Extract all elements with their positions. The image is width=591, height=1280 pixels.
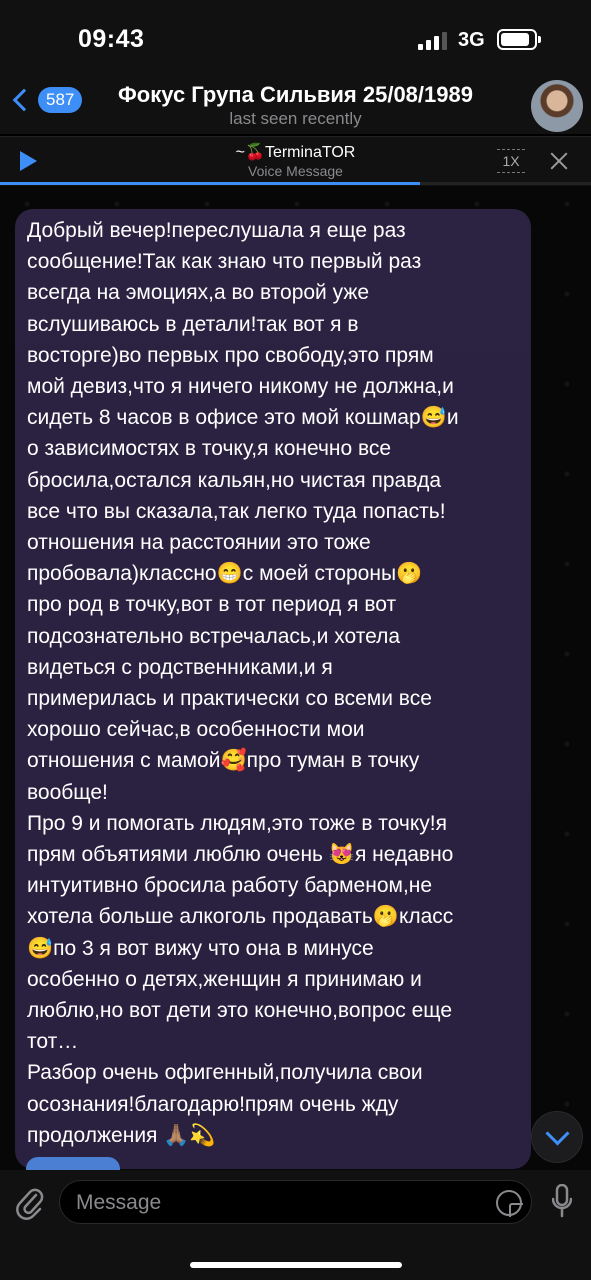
input-bar bbox=[0, 1170, 591, 1280]
signal-icon bbox=[418, 32, 448, 50]
scroll-down-button[interactable] bbox=[531, 1111, 583, 1163]
battery-icon bbox=[497, 29, 541, 50]
avatar[interactable] bbox=[531, 80, 583, 132]
message-input[interactable] bbox=[76, 1189, 476, 1217]
playback-progress-fill bbox=[0, 182, 420, 185]
paperclip-icon[interactable] bbox=[14, 1186, 44, 1220]
message-bubble[interactable]: Добрый вечер!переслушала я еще раз сообщ… bbox=[15, 209, 531, 1169]
home-indicator bbox=[190, 1262, 402, 1268]
chat-title[interactable]: Фокус Група Сильвия 25/08/1989 bbox=[0, 82, 591, 108]
microphone-icon[interactable] bbox=[552, 1184, 572, 1218]
close-icon[interactable] bbox=[548, 150, 570, 172]
voice-player-bar: ~🍒TerminaTOR Voice Message 1X bbox=[0, 136, 591, 186]
network-type: 3G bbox=[458, 29, 485, 51]
playback-progress[interactable] bbox=[0, 182, 591, 185]
sticker-icon[interactable] bbox=[496, 1190, 523, 1217]
status-time: 09:43 bbox=[78, 25, 145, 53]
last-seen-status: last seen recently bbox=[229, 109, 362, 128]
playback-speed-button[interactable]: 1X bbox=[497, 149, 525, 173]
status-bar: 09:43 3G bbox=[0, 0, 591, 78]
chat-header: 587 Фокус Група Сильвия 25/08/1989 last … bbox=[0, 78, 591, 134]
chevron-down-icon bbox=[545, 1121, 570, 1146]
message-text: Добрый вечер!переслушала я еще раз сообщ… bbox=[27, 219, 459, 1147]
message-field[interactable] bbox=[59, 1180, 532, 1224]
